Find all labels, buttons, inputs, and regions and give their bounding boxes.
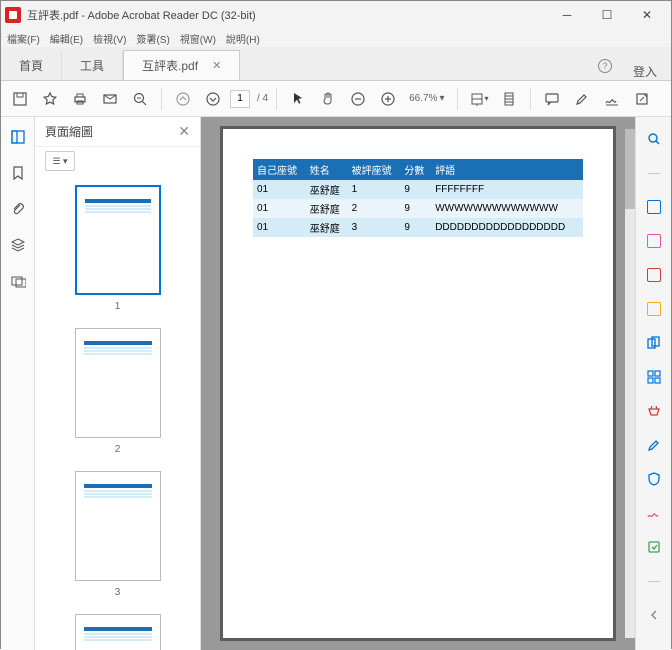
rail-separator <box>648 173 660 174</box>
th-1: 姓名 <box>306 159 348 180</box>
menu-window[interactable]: 視窗(W) <box>180 31 216 46</box>
pointer-icon[interactable] <box>285 86 311 112</box>
zoom-out-tool-icon[interactable] <box>127 86 153 112</box>
send-icon[interactable] <box>644 537 664 557</box>
menu-file[interactable]: 檔案(F) <box>7 31 40 46</box>
scrollbar-thumb[interactable] <box>625 129 635 209</box>
tab-bar: 首頁 工具 互評表.pdf ✕ ? 登入 <box>1 47 671 81</box>
page-input[interactable] <box>230 90 250 108</box>
tab-close-icon[interactable]: ✕ <box>212 59 221 72</box>
thumbnail-3-label: 3 <box>55 587 180 598</box>
signatures-panel-icon[interactable] <box>8 271 28 291</box>
layers-panel-icon[interactable] <box>8 235 28 255</box>
thumbnail-1-label: 1 <box>55 301 180 312</box>
zoom-out-icon[interactable] <box>345 86 371 112</box>
sidebar-title: 頁面縮圖 <box>45 123 93 140</box>
comment-icon[interactable] <box>539 86 565 112</box>
table-row: 01 巫舒庭 1 9 FFFFFFFF <box>253 180 583 199</box>
thumbnail-sidebar: 頁面縮圖 ✕ ☰ ▾ 1 2 3 <box>35 117 201 650</box>
maximize-button[interactable]: ☐ <box>587 1 627 29</box>
zoom-in-icon[interactable] <box>375 86 401 112</box>
title-bar: 互評表.pdf - Adobe Acrobat Reader DC (32-bi… <box>1 1 671 29</box>
comment-tool-icon[interactable] <box>644 299 664 319</box>
thumbnail-2-label: 2 <box>55 444 180 455</box>
sign-icon[interactable] <box>599 86 625 112</box>
highlight-icon[interactable] <box>569 86 595 112</box>
data-table: 自己座號 姓名 被評座號 分數 評語 01 巫舒庭 1 9 FFFFFFFF <box>253 159 583 237</box>
tab-tools[interactable]: 工具 <box>62 51 123 80</box>
main-area: 頁面縮圖 ✕ ☰ ▾ 1 2 3 自己座號 姓名 被評座號 分數 評語 <box>1 117 671 650</box>
page-down-icon[interactable] <box>200 86 226 112</box>
left-rail <box>1 117 35 650</box>
edit-pdf-icon[interactable] <box>644 231 664 251</box>
search-tool-icon[interactable] <box>644 129 664 149</box>
minimize-button[interactable]: ─ <box>547 1 587 29</box>
thumbnail-4[interactable] <box>75 614 161 650</box>
fit-width-icon[interactable]: ▾ <box>466 86 492 112</box>
menu-help[interactable]: 說明(H) <box>226 31 260 46</box>
menu-view[interactable]: 檢視(V) <box>93 31 126 46</box>
thumbnail-3[interactable] <box>75 471 161 581</box>
bookmark-panel-icon[interactable] <box>8 163 28 183</box>
th-3: 分數 <box>400 159 431 180</box>
right-rail <box>635 117 671 650</box>
compress-icon[interactable] <box>644 401 664 421</box>
table-header-row: 自己座號 姓名 被評座號 分數 評語 <box>253 159 583 180</box>
tab-home[interactable]: 首頁 <box>1 51 62 80</box>
vertical-scrollbar[interactable] <box>625 129 635 638</box>
sidebar-header: 頁面縮圖 ✕ <box>35 117 200 147</box>
menu-bar: 檔案(F) 編輯(E) 檢視(V) 簽署(S) 視窗(W) 說明(H) <box>1 29 671 47</box>
pdf-page: 自己座號 姓名 被評座號 分數 評語 01 巫舒庭 1 9 FFFFFFFF <box>223 129 613 638</box>
organize-icon[interactable] <box>644 367 664 387</box>
protect-icon[interactable] <box>644 469 664 489</box>
zoom-select[interactable]: 66.7%▾ <box>409 93 444 104</box>
save-icon[interactable] <box>7 86 33 112</box>
menu-sign[interactable]: 簽署(S) <box>136 31 169 46</box>
thumbnails-panel-icon[interactable] <box>8 127 28 147</box>
page-total: / 4 <box>257 93 268 104</box>
document-canvas[interactable]: 自己座號 姓名 被評座號 分數 評語 01 巫舒庭 1 9 FFFFFFFF <box>201 117 635 650</box>
th-2: 被評座號 <box>348 159 401 180</box>
sidebar-close-icon[interactable]: ✕ <box>178 123 190 140</box>
collapse-rail-icon[interactable] <box>644 605 664 625</box>
tab-document-label: 互評表.pdf <box>142 57 198 74</box>
rail-separator <box>648 581 660 582</box>
toolbar: / 4 66.7%▾ ▾ <box>1 81 671 117</box>
mail-icon[interactable] <box>97 86 123 112</box>
thumbnail-2[interactable] <box>75 328 161 438</box>
help-button[interactable]: ? <box>591 52 619 80</box>
sidebar-options: ☰ ▾ <box>35 147 200 175</box>
star-icon[interactable] <box>37 86 63 112</box>
more-icon[interactable] <box>629 86 655 112</box>
redact-icon[interactable] <box>644 435 664 455</box>
page-up-icon[interactable] <box>170 86 196 112</box>
thumbnail-list[interactable]: 1 2 3 <box>35 175 200 650</box>
hand-icon[interactable] <box>315 86 341 112</box>
login-button[interactable]: 登入 <box>619 63 671 80</box>
th-4: 評語 <box>431 159 583 180</box>
table-row: 01 巫舒庭 3 9 DDDDDDDDDDDDDDDDDD <box>253 218 583 237</box>
sidebar-options-button[interactable]: ☰ ▾ <box>45 151 75 171</box>
attachment-panel-icon[interactable] <box>8 199 28 219</box>
fit-page-icon[interactable] <box>496 86 522 112</box>
combine-files-icon[interactable] <box>644 333 664 353</box>
tab-document[interactable]: 互評表.pdf ✕ <box>123 50 240 80</box>
export-pdf-icon[interactable] <box>644 197 664 217</box>
table-row: 01 巫舒庭 2 9 WWWWWWWWWWWWW <box>253 199 583 218</box>
th-0: 自己座號 <box>253 159 306 180</box>
svg-text:?: ? <box>602 61 607 71</box>
menu-edit[interactable]: 編輯(E) <box>50 31 83 46</box>
create-pdf-icon[interactable] <box>644 265 664 285</box>
window-title: 互評表.pdf - Adobe Acrobat Reader DC (32-bi… <box>27 7 547 23</box>
close-button[interactable]: ✕ <box>627 1 667 29</box>
app-icon <box>5 7 21 23</box>
thumbnail-1[interactable] <box>75 185 161 295</box>
print-icon[interactable] <box>67 86 93 112</box>
fill-sign-icon[interactable] <box>644 503 664 523</box>
